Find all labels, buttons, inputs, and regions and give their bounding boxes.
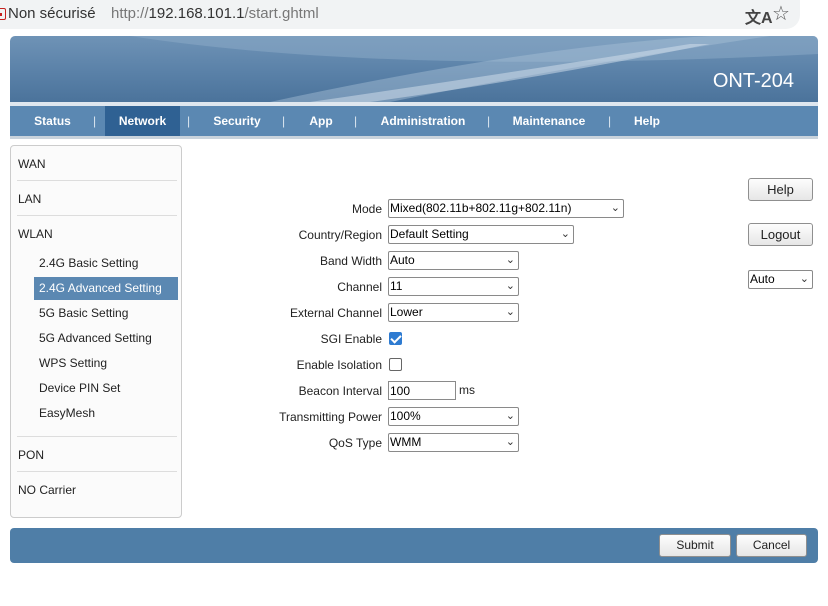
tx-power-label: Transmitting Power <box>279 410 382 424</box>
isolation-checkbox[interactable] <box>389 358 402 371</box>
language-select[interactable]: Auto ⌄ <box>748 270 813 289</box>
chevron-down-icon: ⌄ <box>505 436 515 448</box>
external-channel-value: Lower <box>390 305 423 319</box>
sidebar-item-wan[interactable]: WAN <box>18 157 46 171</box>
banner-swoosh-graphic <box>130 36 818 102</box>
sidebar-item-no-carrier[interactable]: NO Carrier <box>18 483 76 497</box>
nav-maintenance[interactable]: Maintenance <box>506 106 592 136</box>
star-icon[interactable]: ☆ <box>772 1 790 26</box>
chevron-down-icon: ⌄ <box>505 410 515 422</box>
chevron-down-icon: ⌄ <box>505 254 515 266</box>
sidebar-item-wlan[interactable]: WLAN <box>18 227 53 241</box>
tx-power-value: 100% <box>390 409 421 423</box>
bandwidth-value: Auto <box>390 253 415 267</box>
nav-status[interactable]: Status <box>24 106 81 136</box>
nav-separator: | <box>187 114 191 128</box>
main-nav: Status | Network | Security | App | Admi… <box>10 106 818 136</box>
mode-label: Mode <box>351 202 382 216</box>
cancel-button[interactable]: Cancel <box>736 534 807 557</box>
sidebar-divider <box>17 471 177 472</box>
beacon-interval-label: Beacon Interval <box>298 384 382 398</box>
security-status[interactable]: Non sécurisé <box>8 5 96 22</box>
qos-type-value: WMM <box>390 435 422 449</box>
submit-button[interactable]: Submit <box>659 534 731 557</box>
nav-network[interactable]: Network <box>105 106 180 136</box>
nav-separator: | <box>93 114 97 128</box>
channel-select[interactable]: 11 ⌄ <box>388 277 519 296</box>
isolation-label: Enable Isolation <box>296 358 382 372</box>
nav-app[interactable]: App <box>300 106 342 136</box>
nav-separator: | <box>354 114 358 128</box>
language-value: Auto <box>750 272 775 286</box>
device-name: ONT-204 <box>712 70 794 92</box>
bandwidth-label: Band Width <box>319 254 382 268</box>
help-button[interactable]: Help <box>748 178 813 201</box>
mode-value: Mixed(802.11b+802.11g+802.11n) <box>390 201 572 215</box>
sidebar-divider <box>17 180 177 181</box>
country-label: Country/Region <box>298 228 382 242</box>
nav-separator: | <box>282 114 286 128</box>
country-select[interactable]: Default Setting ⌄ <box>388 225 574 244</box>
sgi-enable-label: SGI Enable <box>320 332 382 346</box>
insecure-lock-icon[interactable] <box>0 8 6 20</box>
chevron-down-icon: ⌄ <box>610 202 620 214</box>
country-value: Default Setting <box>390 227 469 241</box>
qos-type-label: QoS Type <box>328 436 382 450</box>
bandwidth-select[interactable]: Auto ⌄ <box>388 251 519 270</box>
url-field[interactable]: http://192.168.101.1/start.ghtml <box>111 5 319 22</box>
translate-icon[interactable]: 文A <box>745 4 773 28</box>
qos-type-select[interactable]: WMM ⌄ <box>388 433 519 452</box>
header-banner: ONT-204 <box>10 36 818 102</box>
chevron-down-icon: ⌄ <box>560 228 570 240</box>
sidebar-item-lan[interactable]: LAN <box>18 192 41 206</box>
nav-separator: | <box>608 114 612 128</box>
url-scheme: http:// <box>111 5 149 22</box>
channel-value: 11 <box>390 279 403 293</box>
browser-address-bar: Non sécurisé http://192.168.101.1/start.… <box>0 0 800 29</box>
beacon-interval-input[interactable] <box>388 381 456 400</box>
url-host: 192.168.101.1 <box>148 5 245 22</box>
nav-help[interactable]: Help <box>627 106 667 136</box>
nav-security[interactable]: Security <box>206 106 268 136</box>
chevron-down-icon: ⌄ <box>505 306 515 318</box>
chevron-down-icon: ⌄ <box>505 280 515 292</box>
sidebar-item-pon[interactable]: PON <box>18 448 44 462</box>
nav-divider <box>10 136 818 139</box>
channel-label: Channel <box>337 280 382 294</box>
external-channel-select[interactable]: Lower ⌄ <box>388 303 519 322</box>
chevron-down-icon: ⌄ <box>799 273 809 285</box>
external-channel-label: External Channel <box>289 306 382 320</box>
sgi-enable-checkbox[interactable] <box>389 332 402 345</box>
mode-select[interactable]: Mixed(802.11b+802.11g+802.11n) ⌄ <box>388 199 624 218</box>
nav-separator: | <box>487 114 491 128</box>
tx-power-select[interactable]: 100% ⌄ <box>388 407 519 426</box>
url-path: /start.ghtml <box>244 5 319 22</box>
logout-button[interactable]: Logout <box>748 223 813 246</box>
beacon-interval-unit: ms <box>459 383 475 397</box>
nav-administration[interactable]: Administration <box>373 106 473 136</box>
